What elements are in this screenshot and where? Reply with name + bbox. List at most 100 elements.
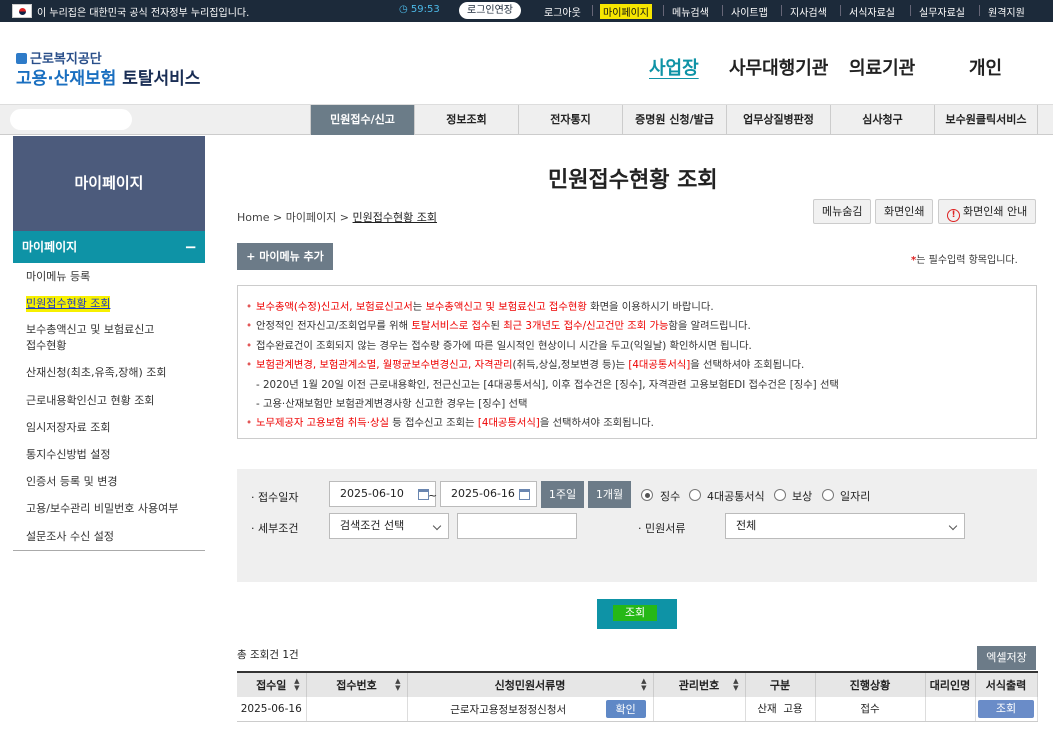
notice-line: 안정적인 전자신고/조회업무를 위해 토탈서비스로 접수된 최근 3개년도 접수… bbox=[246, 317, 1036, 337]
gnb-review-claim[interactable]: 심사청구 bbox=[830, 105, 934, 135]
print-view-button[interactable]: 조회 bbox=[978, 699, 1034, 718]
mypage-link[interactable]: 마이페이지 bbox=[600, 4, 652, 19]
remote-support-link[interactable]: 원격지원 bbox=[988, 4, 1025, 19]
notice-line: 접수완료건이 조회되지 않는 경우는 접수량 증가에 따른 일시적인 현상이니 … bbox=[246, 337, 1036, 357]
sidebar-item-pay-report[interactable]: 보수총액신고 및 보험료신고 bbox=[26, 322, 154, 338]
cell-agent bbox=[925, 697, 976, 722]
cell-print: 조회 bbox=[975, 697, 1038, 722]
breadcrumb-current[interactable]: 민원접수현황 조회 bbox=[353, 211, 437, 224]
sidebar-item-survey[interactable]: 설문조사 수신 설정 bbox=[26, 529, 114, 545]
topnav-business[interactable]: 사업장 bbox=[649, 54, 699, 80]
col-doc-name[interactable]: 신청민원서류명 ▲ ▼ bbox=[407, 671, 654, 697]
breadcrumb-mypage[interactable]: 마이페이지 bbox=[286, 211, 337, 224]
sitemap-link[interactable]: 사이트맵 bbox=[731, 4, 768, 19]
global-nav: 민원접수/신고 정보조회 전자통지 증명원 신청/발급 업무상질병판정 심사청구… bbox=[0, 104, 1053, 135]
gnb-civil-filing[interactable]: 민원접수/신고 bbox=[310, 105, 414, 135]
notice-box: 보수총액(수정)신고서, 보험료신고서는 보수총액신고 및 보험료신고 접수현황… bbox=[237, 285, 1037, 439]
sidebar-item-certificate[interactable]: 인증서 등록 및 변경 bbox=[26, 474, 117, 490]
date-to-input[interactable]: 2025-06-16 bbox=[440, 481, 537, 507]
sidebar-title: 마이페이지 bbox=[13, 136, 205, 231]
radio-common-form[interactable] bbox=[689, 489, 701, 501]
one-month-button[interactable]: 1개월 bbox=[588, 481, 631, 508]
doc-type-label: · 민원서류 bbox=[638, 522, 686, 535]
table-row: 2025-06-16 근로자고용정보정정신청서 확인 산재 고용 접수 조회 bbox=[237, 697, 1038, 722]
menu-search-link[interactable]: 메뉴검색 bbox=[672, 4, 709, 19]
notice-subline: - 2020년 1월 20일 이전 근로내용확인, 전근신고는 [4대공통서식]… bbox=[256, 378, 839, 391]
detail-condition-select[interactable]: 검색조건 선택 bbox=[329, 513, 449, 539]
col-mgmt-number[interactable]: 관리번호 ▲ ▼ bbox=[653, 671, 746, 697]
cell-date: 2025-06-16 bbox=[237, 697, 307, 722]
col-date[interactable]: 접수일 ▲ ▼ bbox=[237, 671, 307, 697]
practice-library-link[interactable]: 실무자료실 bbox=[919, 4, 965, 19]
sort-icon[interactable]: ▲ ▼ bbox=[733, 678, 738, 692]
login-extend-button[interactable]: 로그인연장 bbox=[459, 2, 521, 19]
topnav-personal[interactable]: 개인 bbox=[969, 54, 1002, 80]
branch-search-link[interactable]: 지사검색 bbox=[790, 4, 827, 19]
sort-icon[interactable]: ▲ ▼ bbox=[641, 678, 646, 692]
col-agent: 대리인명 bbox=[925, 671, 976, 697]
date-label: · 접수일자 bbox=[251, 491, 299, 504]
confirm-button[interactable]: 확인 bbox=[605, 699, 646, 718]
warning-icon: ! bbox=[947, 209, 960, 222]
sidebar-item-notify-setting[interactable]: 통지수신방법 설정 bbox=[26, 447, 110, 463]
col-status: 진행상황 bbox=[815, 671, 926, 697]
results-table: 접수일 ▲ ▼ 접수번호 ▲ ▼ 신청민원서류명 ▲ ▼ 관리번호 ▲ ▼ 구분 진행상황 대리… bbox=[237, 671, 1038, 722]
col-print: 서식출력 bbox=[975, 671, 1038, 697]
logout-link[interactable]: 로그아웃 bbox=[544, 4, 581, 19]
nav-search-pill[interactable] bbox=[10, 109, 132, 130]
radio-collection[interactable] bbox=[641, 489, 653, 501]
search-button[interactable]: 조회 bbox=[597, 599, 677, 629]
sidebar-item-password[interactable]: 고용/보수관리 비밀번호 사용여부 bbox=[26, 501, 178, 517]
topnav-agency[interactable]: 사무대행기관 bbox=[729, 54, 828, 80]
breadcrumb: Home > 마이페이지 > 민원접수현황 조회 bbox=[237, 211, 437, 224]
notice-line: 보수총액(수정)신고서, 보험료신고서는 보수총액신고 및 보험료신고 접수현황… bbox=[246, 298, 1036, 318]
sidebar-item-accident-claim[interactable]: 산재신청(최초,유족,장해) 조회 bbox=[26, 365, 167, 381]
one-week-button[interactable]: 1주일 bbox=[541, 481, 584, 508]
cell-type: 산재 고용 bbox=[745, 697, 816, 722]
gnb-info-lookup[interactable]: 정보조회 bbox=[414, 105, 518, 135]
result-count: 총 조회건 1건 bbox=[237, 649, 299, 661]
notice-line: 보험관계변경, 보험관계소멸, 월평균보수변경신고, 자격관리(취득,상실,정보… bbox=[246, 356, 1036, 376]
hide-menu-button[interactable]: 메뉴숨김 bbox=[813, 199, 872, 224]
sidebar-item-work-report[interactable]: 근로내용확인신고 현황 조회 bbox=[26, 393, 154, 409]
col-type: 구분 bbox=[745, 671, 816, 697]
print-button[interactable]: 화면인쇄 bbox=[875, 199, 934, 224]
excel-save-button[interactable]: 엑셀저장 bbox=[977, 646, 1036, 670]
sidebar-item-temp-saved[interactable]: 임시저장자료 조회 bbox=[26, 420, 110, 436]
cell-number bbox=[306, 697, 408, 722]
page-title: 민원접수현황 조회 bbox=[548, 168, 718, 193]
sidebar-item-pay-report-status[interactable]: 접수현황 bbox=[26, 338, 66, 354]
service-logo[interactable]: 고용·산재보험 토탈서비스 bbox=[16, 64, 200, 89]
calendar-icon[interactable] bbox=[519, 489, 530, 500]
date-from-input[interactable]: 2025-06-10 bbox=[329, 481, 436, 507]
sidebar-item-mymenu[interactable]: 마이메뉴 등록 bbox=[26, 269, 90, 285]
chevron-down-icon bbox=[948, 521, 958, 531]
sort-icon[interactable]: ▲ ▼ bbox=[294, 678, 299, 692]
radio-compensation[interactable] bbox=[774, 489, 786, 501]
cell-status: 접수 bbox=[815, 697, 926, 722]
sidebar-section[interactable]: 마이페이지 − bbox=[13, 231, 205, 263]
cell-mgmt-number bbox=[653, 697, 746, 722]
detail-condition-input[interactable] bbox=[457, 513, 577, 539]
sidebar-item-civil-status[interactable]: 민원접수현황 조회 bbox=[26, 296, 111, 312]
korea-flag-icon bbox=[12, 4, 32, 18]
notice-subline: - 고용·산재보험만 보험관계변경사항 신고한 경우는 [징수] 선택 bbox=[256, 398, 528, 411]
collapse-icon[interactable]: − bbox=[184, 231, 197, 263]
radio-jobs[interactable] bbox=[822, 489, 834, 501]
print-help-button[interactable]: ! 화면인쇄 안내 bbox=[938, 199, 1037, 224]
breadcrumb-home[interactable]: Home bbox=[237, 211, 269, 224]
gnb-certificate[interactable]: 증명원 신청/발급 bbox=[622, 105, 726, 135]
comwel-logo-icon bbox=[16, 53, 27, 64]
col-number[interactable]: 접수번호 ▲ ▼ bbox=[306, 671, 408, 697]
notice-line: 노무제공자 고용보험 취득·상실 등 접수신고 조회는 [4대공통서식]을 선택… bbox=[246, 414, 1036, 434]
sort-icon[interactable]: ▲ ▼ bbox=[395, 678, 400, 692]
add-mymenu-button[interactable]: + 마이메뉴 추가 bbox=[237, 243, 333, 270]
gnb-disease-judgment[interactable]: 업무상질병판정 bbox=[726, 105, 830, 135]
chevron-down-icon bbox=[432, 521, 442, 531]
topnav-medical[interactable]: 의료기관 bbox=[849, 54, 915, 80]
doc-type-select[interactable]: 전체 bbox=[725, 513, 965, 539]
gnb-e-notice[interactable]: 전자통지 bbox=[518, 105, 622, 135]
gnb-pay-oneclick[interactable]: 보수원클릭서비스 bbox=[934, 105, 1038, 135]
forms-library-link[interactable]: 서식자료실 bbox=[849, 4, 895, 19]
cell-doc-name: 근로자고용정보정정신청서 확인 bbox=[407, 697, 654, 722]
